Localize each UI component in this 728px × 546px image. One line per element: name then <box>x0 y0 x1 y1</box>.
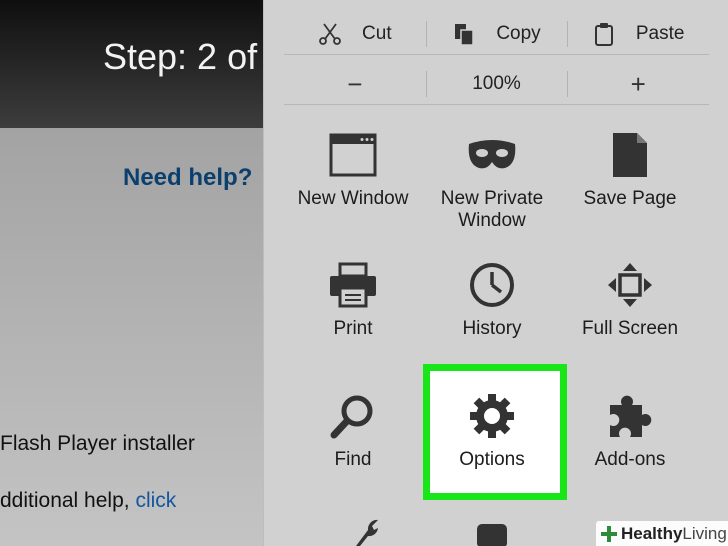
options-label: Options <box>459 449 525 470</box>
watermark-living: Living <box>682 523 727 543</box>
find-label: Find <box>334 449 372 470</box>
zoom-in-button[interactable]: + <box>567 69 709 99</box>
window-icon <box>329 133 377 177</box>
printer-icon <box>330 262 376 308</box>
save-page-label: Save Page <box>583 188 677 209</box>
copy-icon <box>455 24 475 46</box>
add-ons-label: Add-ons <box>594 449 666 470</box>
additional-help-prefix: dditional help, <box>0 489 136 512</box>
clipboard-icon <box>594 23 613 46</box>
watermark-healthy: Healthy <box>621 523 683 543</box>
step-title: Step: 2 of <box>103 36 258 77</box>
edit-row: Cut Copy Paste <box>284 14 709 55</box>
full-screen-label: Full Screen <box>581 318 679 339</box>
save-page-button[interactable]: Save Page <box>561 130 699 210</box>
full-screen-button[interactable]: Full Screen <box>561 260 699 340</box>
browser-menu-panel: Cut Copy Paste − 100% + New Window New P… <box>263 0 728 546</box>
additional-help-text: dditional help, click <box>0 489 176 513</box>
new-private-window-button[interactable]: New Private Window <box>423 130 561 232</box>
copy-label: Copy <box>496 23 541 44</box>
installer-text: Flash Player installer <box>0 432 195 455</box>
magnifier-icon <box>330 395 373 439</box>
find-button[interactable]: Find <box>284 391 422 471</box>
puzzle-piece-icon <box>610 395 652 437</box>
fullscreen-arrows-icon <box>608 263 652 307</box>
mask-icon <box>468 140 516 169</box>
copy-button[interactable]: Copy <box>425 19 568 49</box>
cut-label: Cut <box>362 23 392 44</box>
clock-icon <box>470 263 514 307</box>
new-window-button[interactable]: New Window <box>284 130 422 210</box>
leaf-cross-icon <box>601 525 617 542</box>
zoom-row: − 100% + <box>284 64 709 105</box>
options-button[interactable]: Options <box>423 391 561 471</box>
wrench-icon[interactable] <box>346 518 380 546</box>
click-link[interactable]: click <box>135 489 176 512</box>
page-icon <box>613 133 647 177</box>
cut-button[interactable]: Cut <box>284 19 426 49</box>
need-help-link[interactable]: Need help? <box>123 164 252 192</box>
new-window-label: New Window <box>297 188 409 209</box>
print-label: Print <box>333 318 373 339</box>
scissors-icon <box>319 23 341 45</box>
add-ons-button[interactable]: Add-ons <box>561 391 699 471</box>
history-button[interactable]: History <box>423 260 561 340</box>
print-button[interactable]: Print <box>284 260 422 340</box>
zoom-reset-button[interactable]: 100% <box>425 69 568 99</box>
history-label: History <box>462 318 522 339</box>
zoom-level: 100% <box>472 73 521 94</box>
gear-icon <box>470 394 514 438</box>
new-private-window-label-line2: Window <box>458 210 526 231</box>
healthy-living-watermark: Healthy Living <box>596 521 728 546</box>
device-icon[interactable] <box>475 522 509 546</box>
new-private-window-label-line1: New Private <box>440 188 544 209</box>
paste-button[interactable]: Paste <box>567 19 709 49</box>
zoom-out-button[interactable]: − <box>284 69 426 99</box>
paste-label: Paste <box>635 23 685 44</box>
